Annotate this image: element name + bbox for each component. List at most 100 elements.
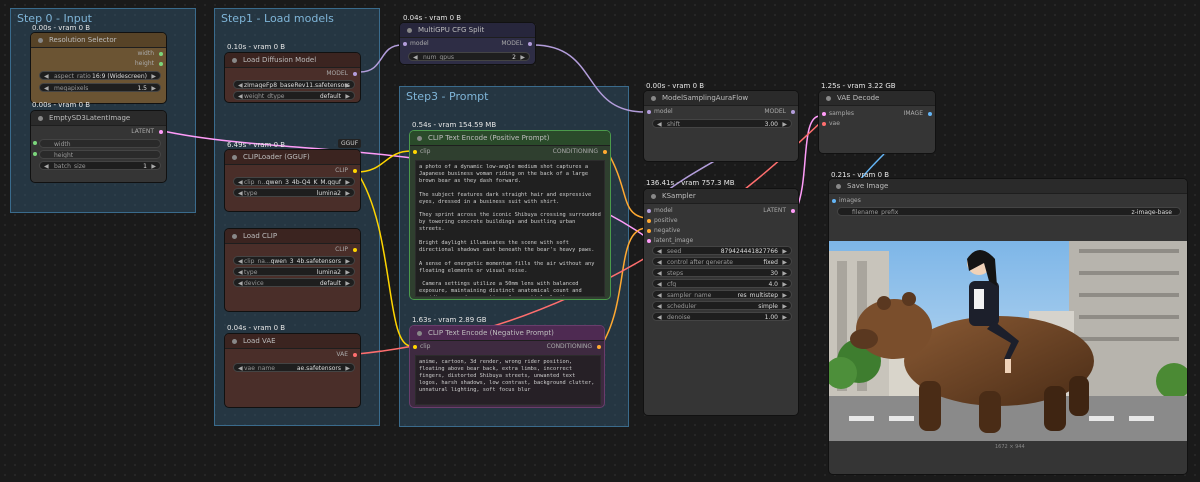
arrow-right-icon[interactable]: ▶ [782, 258, 787, 265]
output-conditioning[interactable]: CONDITIONING [547, 343, 592, 351]
arrow-left-icon[interactable]: ◀ [657, 291, 662, 298]
filename-prefix-widget[interactable]: filename_prefix z-image-base [837, 207, 1181, 216]
num-gpus-widget[interactable]: ◀ num_gpus 2 ▶ [408, 52, 530, 61]
arrow-left-icon[interactable]: ◀ [413, 53, 418, 60]
input-model[interactable]: model [410, 40, 429, 48]
arrow-left-icon[interactable]: ◀ [238, 364, 243, 371]
node-ksampler[interactable]: KSampler model positive negative latent_… [643, 188, 799, 416]
denoise-widget[interactable]: ◀ denoise 1.00 ▶ [652, 312, 792, 321]
arrow-right-icon[interactable]: ▶ [782, 291, 787, 298]
input-clip-dot[interactable] [413, 150, 417, 154]
output-model[interactable]: MODEL [764, 108, 786, 116]
arrow-right-icon[interactable]: ▶ [782, 247, 787, 254]
arrow-right-icon[interactable]: ▶ [151, 72, 156, 79]
output-model-dot[interactable] [528, 42, 532, 46]
arrow-left-icon[interactable]: ◀ [44, 72, 49, 79]
input-width-dot[interactable] [33, 141, 37, 145]
node-load-clip[interactable]: Load CLIP CLIP ◀ clip_na… qwen_3_4b.safe… [224, 228, 361, 312]
clip-name-widget[interactable]: ◀ clip_n… qwen_3_4b-Q4_K_M.gguf ▶ [233, 177, 355, 186]
input-latent-image[interactable]: latent_image [654, 237, 693, 245]
output-model[interactable]: MODEL [501, 40, 523, 48]
node-clip-loader-gguf[interactable]: CLIPLoader (GGUF) CLIP ◀ clip_n… qwen_3_… [224, 149, 361, 212]
output-model-dot[interactable] [353, 72, 357, 76]
input-samples[interactable]: samples [829, 110, 854, 118]
node-model-sampling-auraflow[interactable]: ModelSamplingAuraFlow model MODEL ◀ shif… [643, 90, 799, 162]
output-image[interactable]: IMAGE [904, 110, 923, 118]
output-clip[interactable]: CLIP [335, 167, 348, 175]
node-clip-text-encode-negative[interactable]: CLIP Text Encode (Negative Prompt) clip … [409, 325, 605, 408]
input-clip[interactable]: clip [420, 343, 430, 351]
output-clip[interactable]: CLIP [335, 246, 348, 254]
arrow-right-icon[interactable]: ▶ [782, 302, 787, 309]
negative-prompt-textarea[interactable]: anime, cartoon, 3d render, wrong rider p… [415, 355, 601, 405]
input-latent-dot[interactable] [647, 239, 651, 243]
scheduler-widget[interactable]: ◀ scheduler simple ▶ [652, 301, 792, 310]
device-widget[interactable]: ◀ device default ▶ [233, 278, 355, 287]
node-empty-latent[interactable]: EmptySD3LatentImage LATENT width height … [30, 110, 167, 183]
output-conditioning[interactable]: CONDITIONING [553, 148, 598, 156]
input-clip-dot[interactable] [413, 345, 417, 349]
node-graph-canvas[interactable]: Step 0 - Input Step1 - Load models Step3… [0, 0, 1200, 482]
arrow-left-icon[interactable]: ◀ [238, 92, 243, 99]
arrow-right-icon[interactable]: ▶ [345, 178, 350, 185]
batch-size-widget[interactable]: ◀ batch_size 1 ▶ [39, 161, 161, 170]
output-height[interactable]: height [135, 60, 154, 68]
arrow-left-icon[interactable]: ◀ [238, 268, 243, 275]
arrow-left-icon[interactable]: ◀ [657, 313, 662, 320]
node-resolution-selector[interactable]: Resolution Selector width height ◀ aspec… [30, 32, 167, 104]
output-conditioning-dot[interactable] [597, 345, 601, 349]
arrow-right-icon[interactable]: ▶ [782, 120, 787, 127]
arrow-left-icon[interactable]: ◀ [238, 189, 243, 196]
node-vae-decode[interactable]: VAE Decode samples vae IMAGE [818, 90, 936, 154]
aspect-ratio-widget[interactable]: ◀ aspect_ratio 16:9 (Widescreen) ▶ [39, 71, 161, 80]
output-height-dot[interactable] [159, 62, 163, 66]
node-clip-text-encode-positive[interactable]: CLIP Text Encode (Positive Prompt) clip … [409, 130, 611, 300]
output-clip-dot[interactable] [353, 169, 357, 173]
input-model[interactable]: model [654, 108, 673, 116]
output-latent[interactable]: LATENT [131, 128, 154, 136]
arrow-left-icon[interactable]: ◀ [44, 84, 49, 91]
weight-dtype-widget[interactable]: ◀ weight_dtype default ▶ [233, 91, 355, 100]
arrow-right-icon[interactable]: ▶ [345, 257, 350, 264]
arrow-right-icon[interactable]: ▶ [782, 280, 787, 287]
input-positive-dot[interactable] [647, 219, 651, 223]
output-width[interactable]: width [137, 50, 154, 58]
output-vae[interactable]: VAE [336, 351, 348, 359]
output-preview-image[interactable] [829, 241, 1188, 441]
arrow-right-icon[interactable]: ▶ [345, 189, 350, 196]
output-conditioning-dot[interactable] [603, 150, 607, 154]
input-images[interactable]: images [839, 197, 861, 205]
input-height-dot[interactable] [33, 152, 37, 156]
steps-widget[interactable]: ◀ steps 30 ▶ [652, 268, 792, 277]
output-vae-dot[interactable] [353, 353, 357, 357]
arrow-left-icon[interactable]: ◀ [657, 302, 662, 309]
arrow-right-icon[interactable]: ▶ [520, 53, 525, 60]
arrow-left-icon[interactable]: ◀ [238, 81, 243, 88]
positive-prompt-textarea[interactable]: a photo of a dynamic low-angle medium sh… [415, 160, 605, 297]
input-images-dot[interactable] [832, 199, 836, 203]
height-widget[interactable]: height [39, 150, 161, 159]
arrow-left-icon[interactable]: ◀ [238, 257, 243, 264]
megapixels-widget[interactable]: ◀ megapixels 1.5 ▶ [39, 83, 161, 92]
clip-name-widget[interactable]: ◀ clip_na… qwen_3_4b.safetensors ▶ [233, 256, 355, 265]
arrow-left-icon[interactable]: ◀ [657, 247, 662, 254]
output-model-dot[interactable] [791, 110, 795, 114]
output-clip-dot[interactable] [353, 248, 357, 252]
output-latent-dot[interactable] [159, 130, 163, 134]
output-latent-dot[interactable] [791, 209, 795, 213]
node-load-diffusion-model[interactable]: Load Diffusion Model MODEL ◀ zImageFp8_b… [224, 52, 361, 103]
clip-type-widget[interactable]: ◀ type lumina2 ▶ [233, 267, 355, 276]
seed-widget[interactable]: ◀ seed 879424441827766 ▶ [652, 246, 792, 255]
arrow-left-icon[interactable]: ◀ [657, 280, 662, 287]
node-multigpu-cfg-split[interactable]: MultiGPU CFG Split model MODEL ◀ num_gpu… [399, 22, 536, 65]
control-after-generate-widget[interactable]: ◀ control after generate fixed ▶ [652, 257, 792, 266]
output-model[interactable]: MODEL [326, 70, 348, 78]
unet-name-widget[interactable]: ◀ zImageFp8_baseRev11.safetensors ▶ [233, 80, 355, 89]
input-model-dot[interactable] [647, 209, 651, 213]
input-positive[interactable]: positive [654, 217, 678, 225]
arrow-right-icon[interactable]: ▶ [782, 313, 787, 320]
arrow-left-icon[interactable]: ◀ [238, 279, 243, 286]
input-clip[interactable]: clip [420, 148, 430, 156]
arrow-left-icon[interactable]: ◀ [657, 269, 662, 276]
input-model-dot[interactable] [403, 42, 407, 46]
